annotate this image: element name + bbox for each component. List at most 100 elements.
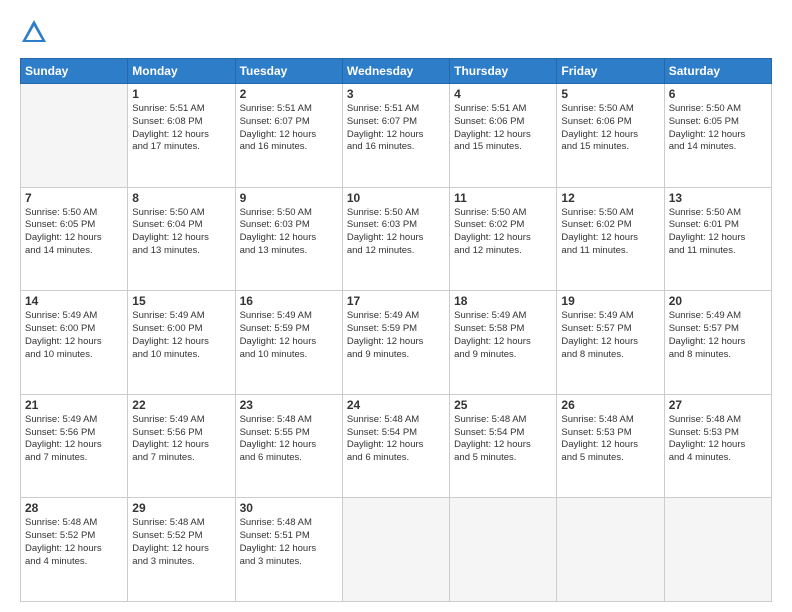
day-number: 13 [669,191,767,205]
day-number: 4 [454,87,552,101]
day-number: 28 [25,501,123,515]
calendar-week-row: 7 Sunrise: 5:50 AM Sunset: 6:05 PM Daylig… [21,187,772,291]
calendar-week-row: 1Sunrise: 5:51 AM Sunset: 6:08 PM Daylig… [21,84,772,188]
day-info: Sunrise: 5:48 AM Sunset: 5:53 PM Dayligh… [561,414,659,465]
day-number: 25 [454,398,552,412]
calendar-cell [21,84,128,188]
calendar-cell: 29 Sunrise: 5:48 AM Sunset: 5:52 PM Dayli… [128,498,235,602]
day-info: Sunrise: 5:50 AM Sunset: 6:04 PM Dayligh… [132,207,230,258]
calendar-header-thursday: Thursday [450,59,557,84]
day-info: Sunrise: 5:48 AM Sunset: 5:52 PM Dayligh… [132,517,230,568]
day-number: 27 [669,398,767,412]
calendar-cell: 2 Sunrise: 5:51 AM Sunset: 6:07 PM Daylig… [235,84,342,188]
calendar-cell: 30Sunrise: 5:48 AM Sunset: 5:51 PM Dayli… [235,498,342,602]
calendar-cell: 22Sunrise: 5:49 AM Sunset: 5:56 PM Dayli… [128,394,235,498]
day-info: Sunrise: 5:51 AM Sunset: 6:07 PM Dayligh… [347,103,445,154]
calendar-cell: 16Sunrise: 5:49 AM Sunset: 5:59 PM Dayli… [235,291,342,395]
day-info: Sunrise: 5:49 AM Sunset: 6:00 PM Dayligh… [132,310,230,361]
day-info: Sunrise: 5:49 AM Sunset: 5:56 PM Dayligh… [25,414,123,465]
day-number: 15 [132,294,230,308]
day-number: 19 [561,294,659,308]
day-info: Sunrise: 5:49 AM Sunset: 5:56 PM Dayligh… [132,414,230,465]
calendar-cell [342,498,449,602]
calendar-cell: 5 Sunrise: 5:50 AM Sunset: 6:06 PM Daylig… [557,84,664,188]
calendar-cell: 19 Sunrise: 5:49 AM Sunset: 5:57 PM Dayli… [557,291,664,395]
day-number: 14 [25,294,123,308]
day-info: Sunrise: 5:48 AM Sunset: 5:54 PM Dayligh… [347,414,445,465]
calendar-cell [450,498,557,602]
day-number: 26 [561,398,659,412]
calendar-header-tuesday: Tuesday [235,59,342,84]
day-number: 21 [25,398,123,412]
calendar-header-friday: Friday [557,59,664,84]
calendar-week-row: 14 Sunrise: 5:49 AM Sunset: 6:00 PM Dayli… [21,291,772,395]
day-info: Sunrise: 5:50 AM Sunset: 6:05 PM Dayligh… [25,207,123,258]
day-info: Sunrise: 5:49 AM Sunset: 5:59 PM Dayligh… [347,310,445,361]
calendar-header-saturday: Saturday [664,59,771,84]
calendar-cell: 23 Sunrise: 5:48 AM Sunset: 5:55 PM Dayli… [235,394,342,498]
calendar-cell: 28 Sunrise: 5:48 AM Sunset: 5:52 PM Dayli… [21,498,128,602]
day-number: 16 [240,294,338,308]
day-number: 23 [240,398,338,412]
day-number: 9 [240,191,338,205]
day-info: Sunrise: 5:49 AM Sunset: 5:57 PM Dayligh… [561,310,659,361]
day-info: Sunrise: 5:51 AM Sunset: 6:07 PM Dayligh… [240,103,338,154]
header [20,18,772,46]
calendar-cell: 6 Sunrise: 5:50 AM Sunset: 6:05 PM Daylig… [664,84,771,188]
calendar-cell: 24 Sunrise: 5:48 AM Sunset: 5:54 PM Dayli… [342,394,449,498]
day-info: Sunrise: 5:50 AM Sunset: 6:06 PM Dayligh… [561,103,659,154]
calendar-cell: 17Sunrise: 5:49 AM Sunset: 5:59 PM Dayli… [342,291,449,395]
day-info: Sunrise: 5:50 AM Sunset: 6:02 PM Dayligh… [561,207,659,258]
calendar: SundayMondayTuesdayWednesdayThursdayFrid… [20,58,772,602]
day-number: 11 [454,191,552,205]
day-info: Sunrise: 5:48 AM Sunset: 5:55 PM Dayligh… [240,414,338,465]
day-info: Sunrise: 5:49 AM Sunset: 5:58 PM Dayligh… [454,310,552,361]
day-number: 29 [132,501,230,515]
day-number: 18 [454,294,552,308]
day-info: Sunrise: 5:50 AM Sunset: 6:02 PM Dayligh… [454,207,552,258]
day-info: Sunrise: 5:48 AM Sunset: 5:53 PM Dayligh… [669,414,767,465]
day-info: Sunrise: 5:50 AM Sunset: 6:03 PM Dayligh… [347,207,445,258]
day-info: Sunrise: 5:50 AM Sunset: 6:03 PM Dayligh… [240,207,338,258]
day-number: 24 [347,398,445,412]
calendar-cell: 3Sunrise: 5:51 AM Sunset: 6:07 PM Daylig… [342,84,449,188]
day-info: Sunrise: 5:48 AM Sunset: 5:52 PM Dayligh… [25,517,123,568]
calendar-cell: 27 Sunrise: 5:48 AM Sunset: 5:53 PM Dayli… [664,394,771,498]
calendar-week-row: 21 Sunrise: 5:49 AM Sunset: 5:56 PM Dayli… [21,394,772,498]
day-info: Sunrise: 5:50 AM Sunset: 6:05 PM Dayligh… [669,103,767,154]
day-number: 8 [132,191,230,205]
day-info: Sunrise: 5:49 AM Sunset: 5:57 PM Dayligh… [669,310,767,361]
calendar-cell: 15 Sunrise: 5:49 AM Sunset: 6:00 PM Dayli… [128,291,235,395]
calendar-cell: 4Sunrise: 5:51 AM Sunset: 6:06 PM Daylig… [450,84,557,188]
day-info: Sunrise: 5:50 AM Sunset: 6:01 PM Dayligh… [669,207,767,258]
calendar-cell: 9 Sunrise: 5:50 AM Sunset: 6:03 PM Daylig… [235,187,342,291]
day-number: 7 [25,191,123,205]
calendar-header-sunday: Sunday [21,59,128,84]
calendar-cell [664,498,771,602]
logo-icon [20,18,48,46]
calendar-cell: 13 Sunrise: 5:50 AM Sunset: 6:01 PM Dayli… [664,187,771,291]
page: SundayMondayTuesdayWednesdayThursdayFrid… [0,0,792,612]
calendar-cell: 7 Sunrise: 5:50 AM Sunset: 6:05 PM Daylig… [21,187,128,291]
day-number: 12 [561,191,659,205]
calendar-cell [557,498,664,602]
day-info: Sunrise: 5:49 AM Sunset: 6:00 PM Dayligh… [25,310,123,361]
logo [20,18,52,46]
calendar-cell: 26 Sunrise: 5:48 AM Sunset: 5:53 PM Dayli… [557,394,664,498]
day-number: 20 [669,294,767,308]
calendar-cell: 21 Sunrise: 5:49 AM Sunset: 5:56 PM Dayli… [21,394,128,498]
calendar-header-row: SundayMondayTuesdayWednesdayThursdayFrid… [21,59,772,84]
day-info: Sunrise: 5:51 AM Sunset: 6:08 PM Dayligh… [132,103,230,154]
day-number: 2 [240,87,338,101]
calendar-cell: 12 Sunrise: 5:50 AM Sunset: 6:02 PM Dayli… [557,187,664,291]
calendar-cell: 20 Sunrise: 5:49 AM Sunset: 5:57 PM Dayli… [664,291,771,395]
day-number: 5 [561,87,659,101]
calendar-cell: 25 Sunrise: 5:48 AM Sunset: 5:54 PM Dayli… [450,394,557,498]
day-number: 30 [240,501,338,515]
calendar-header-wednesday: Wednesday [342,59,449,84]
calendar-header-monday: Monday [128,59,235,84]
day-info: Sunrise: 5:48 AM Sunset: 5:54 PM Dayligh… [454,414,552,465]
calendar-cell: 1Sunrise: 5:51 AM Sunset: 6:08 PM Daylig… [128,84,235,188]
calendar-cell: 10Sunrise: 5:50 AM Sunset: 6:03 PM Dayli… [342,187,449,291]
day-number: 6 [669,87,767,101]
